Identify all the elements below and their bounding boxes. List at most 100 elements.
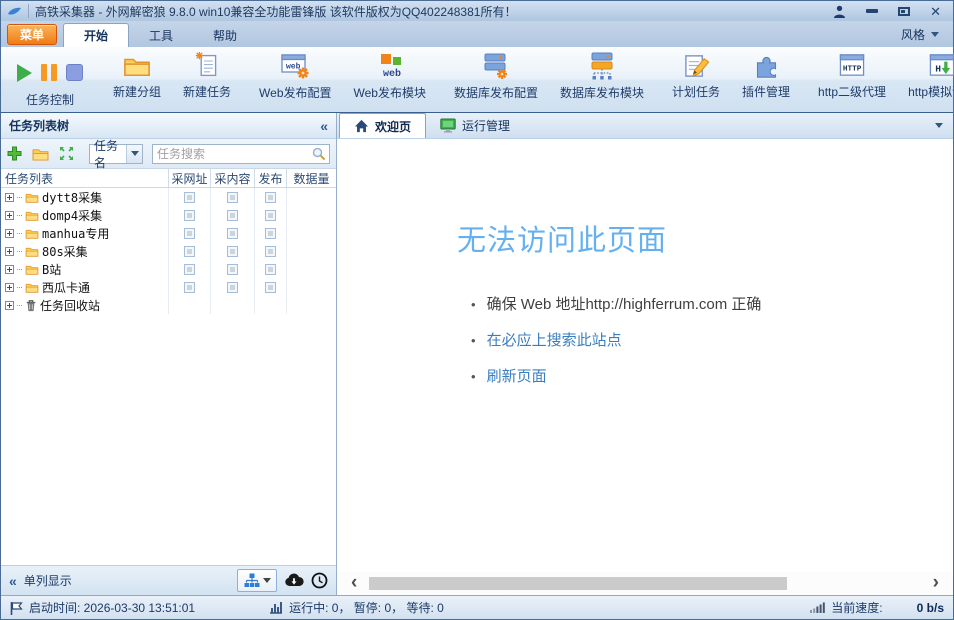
publish-checkbox[interactable] <box>265 246 276 257</box>
http-request-button[interactable]: H http模拟请求 <box>904 50 954 102</box>
new-task-icon <box>194 52 221 79</box>
collect-url-checkbox[interactable] <box>184 228 195 239</box>
filter-field-select[interactable]: 任务名 <box>89 144 143 164</box>
expand-node-icon[interactable] <box>5 229 14 238</box>
tree-row[interactable]: 80s采集 <box>1 242 336 260</box>
db-publish-module-button[interactable]: 数据库发布模块 <box>556 50 648 103</box>
open-folder-icon[interactable] <box>32 147 49 161</box>
http-proxy-button[interactable]: HTTP http二级代理 <box>814 50 890 102</box>
expand-node-icon[interactable] <box>5 265 14 274</box>
app-logo-icon <box>7 6 22 17</box>
collect-url-checkbox[interactable] <box>184 210 195 221</box>
task-group-name[interactable]: domp4采集 <box>42 207 102 224</box>
task-group-name[interactable]: 西瓜卡通 <box>42 279 90 296</box>
svg-text:HTTP: HTTP <box>843 65 862 73</box>
collect-content-checkbox[interactable] <box>227 246 238 257</box>
col-data-count[interactable]: 数据量 <box>287 169 336 187</box>
style-button[interactable]: 风格 <box>901 26 949 47</box>
collect-url-checkbox[interactable] <box>184 282 195 293</box>
collect-content-checkbox[interactable] <box>227 264 238 275</box>
publish-checkbox[interactable] <box>265 264 276 275</box>
scheduled-task-icon <box>682 52 711 79</box>
scroll-left-icon[interactable]: ‹ <box>347 573 361 595</box>
stop-tasks-button[interactable] <box>66 64 83 81</box>
collapse-panel-button[interactable]: « <box>320 118 328 134</box>
task-search-input[interactable] <box>157 147 312 161</box>
clock-icon[interactable] <box>311 572 328 589</box>
scrollbar-thumb[interactable] <box>369 577 787 590</box>
collect-url-checkbox[interactable] <box>184 192 195 203</box>
task-group-name[interactable]: 任务回收站 <box>40 297 100 314</box>
bar-chart-icon <box>269 601 283 614</box>
new-group-button[interactable]: 新建分组 <box>109 50 165 102</box>
tab-help[interactable]: 帮助 <box>193 23 257 47</box>
filter-dropdown-button[interactable] <box>126 145 142 163</box>
tab-tools[interactable]: 工具 <box>129 23 193 47</box>
tree-row[interactable]: dytt8采集 <box>1 188 336 206</box>
view-mode-button[interactable] <box>237 569 277 592</box>
tree-row[interactable]: manhua专用 <box>1 224 336 242</box>
search-icon[interactable] <box>312 147 326 161</box>
expand-all-icon[interactable] <box>59 146 74 161</box>
task-group-name[interactable]: 80s采集 <box>42 243 88 260</box>
run-tasks-button[interactable] <box>17 64 32 82</box>
scroll-right-icon[interactable]: › <box>929 573 943 595</box>
titlebar: 高铁采集器 - 外网解密狼 9.8.0 win10兼容全功能雷锋版 该软件版权为… <box>1 1 953 21</box>
tree-row[interactable]: B站 <box>1 260 336 278</box>
col-collect-url[interactable]: 采网址 <box>169 169 211 187</box>
chevron-down-icon <box>931 32 939 37</box>
publish-checkbox[interactable] <box>265 228 276 239</box>
task-group-name[interactable]: B站 <box>42 261 61 278</box>
collapse-left-button[interactable]: « <box>9 573 17 589</box>
svg-text:web: web <box>286 63 301 72</box>
collect-content-checkbox[interactable] <box>227 282 238 293</box>
task-group-name[interactable]: dytt8采集 <box>42 189 102 206</box>
collect-content-checkbox[interactable] <box>227 228 238 239</box>
collect-url-checkbox[interactable] <box>184 246 195 257</box>
add-icon[interactable] <box>7 146 22 161</box>
tab-run-management[interactable]: 运行管理 <box>426 113 524 138</box>
cloud-download-icon[interactable] <box>284 573 304 588</box>
collect-url-checkbox[interactable] <box>184 264 195 275</box>
scheduled-task-button[interactable]: 计划任务 <box>668 50 724 102</box>
folder-icon <box>25 228 39 239</box>
menu-button[interactable]: 菜单 <box>7 24 57 45</box>
publish-checkbox[interactable] <box>265 282 276 293</box>
col-publish[interactable]: 发布 <box>255 169 287 187</box>
tab-list-dropdown[interactable] <box>935 123 943 128</box>
tab-start[interactable]: 开始 <box>63 23 129 47</box>
restore-button[interactable] <box>898 7 910 16</box>
publish-checkbox[interactable] <box>265 210 276 221</box>
search-on-bing-link[interactable]: 在必应上搜索此站点 <box>487 329 622 350</box>
collect-content-checkbox[interactable] <box>227 192 238 203</box>
web-publish-config-button[interactable]: web Web发布配置 <box>255 50 335 103</box>
expand-node-icon[interactable] <box>5 283 14 292</box>
close-button[interactable]: ✕ <box>930 5 941 18</box>
expand-node-icon[interactable] <box>5 211 14 220</box>
window-title: 高铁采集器 - 外网解密狼 9.8.0 win10兼容全功能雷锋版 该软件版权为… <box>35 3 516 20</box>
user-icon[interactable] <box>833 5 846 18</box>
expand-node-icon[interactable] <box>5 247 14 256</box>
horizontal-scrollbar[interactable]: ‹ › <box>337 572 953 595</box>
minimize-button[interactable] <box>866 9 878 13</box>
web-publish-module-icon: web <box>375 52 405 80</box>
col-collect-content[interactable]: 采内容 <box>211 169 255 187</box>
col-task-list[interactable]: 任务列表 <box>1 169 169 187</box>
web-publish-module-button[interactable]: web Web发布模块 <box>350 50 430 103</box>
collect-content-checkbox[interactable] <box>227 210 238 221</box>
display-mode-label[interactable]: 单列显示 <box>24 572 72 589</box>
publish-checkbox[interactable] <box>265 192 276 203</box>
db-publish-config-button[interactable]: 数据库发布配置 <box>450 50 542 103</box>
plugin-manager-button[interactable]: 插件管理 <box>738 50 794 102</box>
expand-node-icon[interactable] <box>5 193 14 202</box>
folder-icon <box>25 246 39 257</box>
expand-node-icon[interactable] <box>5 301 14 310</box>
refresh-page-link[interactable]: 刷新页面 <box>487 365 547 386</box>
tab-welcome-page[interactable]: 欢迎页 <box>339 113 426 138</box>
tree-row[interactable]: 西瓜卡通 <box>1 278 336 296</box>
tree-row-recycle[interactable]: 任务回收站 <box>1 296 336 314</box>
new-task-button[interactable]: 新建任务 <box>179 50 235 102</box>
task-group-name[interactable]: manhua专用 <box>42 225 109 242</box>
tree-row[interactable]: domp4采集 <box>1 206 336 224</box>
pause-tasks-button[interactable] <box>41 64 57 81</box>
